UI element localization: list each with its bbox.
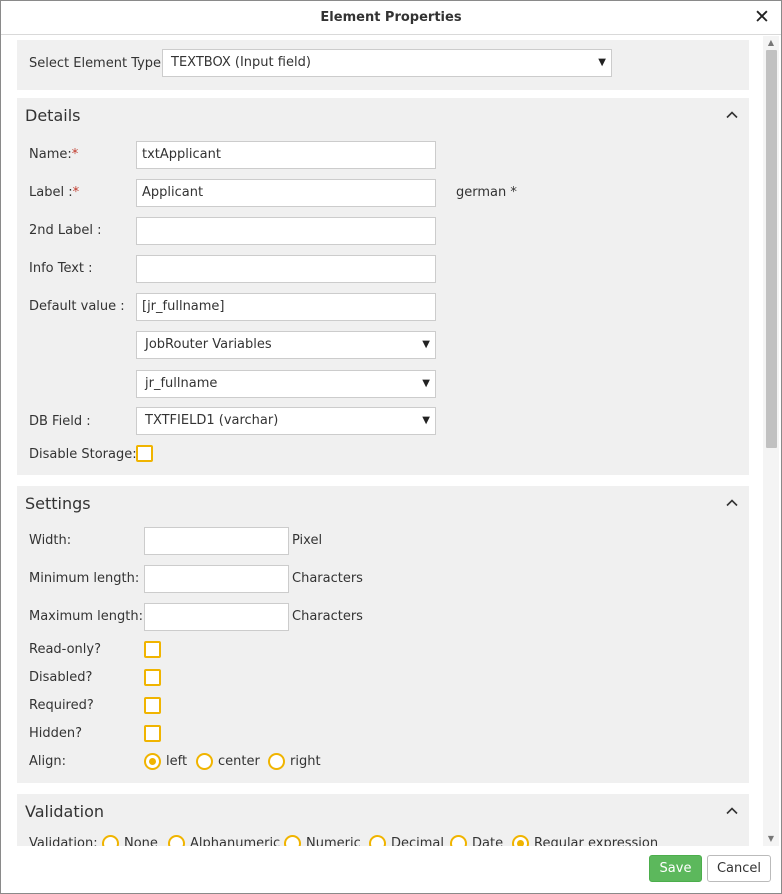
default-value-label: Default value :: [29, 299, 125, 314]
collapse-chevron-icon[interactable]: [725, 496, 739, 510]
scroll-thumb[interactable]: [766, 50, 777, 448]
align-label: Align:: [29, 754, 66, 769]
settings-title: Settings: [25, 494, 91, 513]
name-input[interactable]: txtApplicant: [136, 141, 436, 169]
dialog-footer: Save Cancel: [1, 846, 781, 893]
label-label: Label :*: [29, 185, 80, 200]
label-input[interactable]: Applicant: [136, 179, 436, 207]
db-field-label: DB Field :: [29, 414, 91, 429]
second-label-label: 2nd Label :: [29, 223, 102, 238]
align-right-label[interactable]: right: [290, 754, 321, 769]
validation-title: Validation: [25, 802, 105, 821]
dropdown-arrow-icon: ▼: [422, 339, 430, 350]
settings-panel: Settings Width: Pixel Minimum length: Ch…: [17, 486, 749, 783]
hidden-label: Hidden?: [29, 726, 83, 741]
min-length-input[interactable]: [144, 565, 289, 593]
required-marker: *: [72, 185, 80, 200]
max-length-input[interactable]: [144, 603, 289, 631]
disabled-label: Disabled?: [29, 670, 93, 685]
validation-panel: Validation Validation: None Alphanumeric…: [17, 794, 749, 846]
max-length-label: Maximum length:: [29, 609, 144, 624]
validation-regex-label[interactable]: Regular expression: [534, 836, 658, 846]
info-text-input[interactable]: [136, 255, 436, 283]
db-field-select[interactable]: TXTFIELD1 (varchar) ▼: [136, 407, 436, 435]
width-unit: Pixel: [292, 533, 323, 548]
validation-alphanumeric-label[interactable]: Alphanumeric: [190, 836, 280, 846]
readonly-checkbox[interactable]: [144, 641, 161, 658]
element-type-label: Select Element Type:: [29, 56, 166, 71]
width-input[interactable]: [144, 527, 289, 555]
dialog-titlebar: Element Properties ✕: [1, 1, 781, 35]
variable-source-value: JobRouter Variables: [145, 337, 272, 352]
validation-regex-radio[interactable]: [512, 835, 529, 846]
disabled-checkbox[interactable]: [144, 669, 161, 686]
scroll-up-icon[interactable]: ▲: [763, 36, 779, 50]
collapse-chevron-icon[interactable]: [725, 108, 739, 122]
dropdown-arrow-icon: ▼: [422, 415, 430, 426]
info-text-label: Info Text :: [29, 261, 93, 276]
validation-decimal-label[interactable]: Decimal: [391, 836, 444, 846]
save-button[interactable]: Save: [649, 855, 702, 882]
align-center-radio[interactable]: [196, 753, 213, 770]
dropdown-arrow-icon: ▼: [422, 378, 430, 389]
align-left-label[interactable]: left: [166, 754, 187, 769]
default-value-input[interactable]: [jr_fullname]: [136, 293, 436, 321]
dialog-title: Element Properties: [320, 10, 462, 25]
element-properties-dialog: Element Properties ✕ Select Element Type…: [0, 0, 782, 894]
required-label: Required?: [29, 698, 94, 713]
validation-none-radio[interactable]: [102, 835, 119, 846]
variable-source-select[interactable]: JobRouter Variables ▼: [136, 331, 436, 359]
validation-none-label[interactable]: None: [124, 836, 158, 846]
details-title: Details: [25, 106, 81, 125]
align-left-radio[interactable]: [144, 753, 161, 770]
validation-numeric-radio[interactable]: [284, 835, 301, 846]
required-checkbox[interactable]: [144, 697, 161, 714]
max-length-unit: Characters: [292, 609, 363, 624]
width-label: Width:: [29, 533, 72, 548]
min-length-unit: Characters: [292, 571, 363, 586]
validation-label: Validation:: [29, 836, 98, 846]
variable-select[interactable]: jr_fullname ▼: [136, 370, 436, 398]
second-label-input[interactable]: [136, 217, 436, 245]
element-type-panel: Select Element Type: TEXTBOX (Input fiel…: [17, 40, 749, 90]
hidden-checkbox[interactable]: [144, 725, 161, 742]
name-label: Name:*: [29, 147, 79, 162]
variable-value: jr_fullname: [145, 376, 218, 391]
validation-date-label[interactable]: Date: [472, 836, 503, 846]
dialog-content: Select Element Type: TEXTBOX (Input fiel…: [1, 36, 765, 846]
collapse-chevron-icon[interactable]: [725, 804, 739, 818]
vertical-scrollbar[interactable]: ▲ ▼: [763, 36, 779, 846]
disable-storage-label: Disable Storage:: [29, 447, 137, 462]
align-right-radio[interactable]: [268, 753, 285, 770]
required-marker: *: [71, 147, 79, 162]
validation-date-radio[interactable]: [450, 835, 467, 846]
dropdown-arrow-icon: ▼: [598, 57, 606, 68]
element-type-value: TEXTBOX (Input field): [171, 55, 311, 70]
language-note: german *: [456, 185, 517, 200]
readonly-label: Read-only?: [29, 642, 101, 657]
db-field-value: TXTFIELD1 (varchar): [145, 413, 279, 428]
close-icon[interactable]: ✕: [751, 5, 773, 29]
scroll-down-icon[interactable]: ▼: [763, 832, 779, 846]
validation-alphanumeric-radio[interactable]: [168, 835, 185, 846]
min-length-label: Minimum length:: [29, 571, 140, 586]
disable-storage-checkbox[interactable]: [136, 445, 153, 462]
validation-numeric-label[interactable]: Numeric: [306, 836, 361, 846]
cancel-button[interactable]: Cancel: [707, 855, 771, 882]
element-type-select[interactable]: TEXTBOX (Input field) ▼: [162, 49, 612, 77]
validation-decimal-radio[interactable]: [369, 835, 386, 846]
details-panel: Details Name:* txtApplicant Label :* App…: [17, 98, 749, 475]
align-center-label[interactable]: center: [218, 754, 260, 769]
